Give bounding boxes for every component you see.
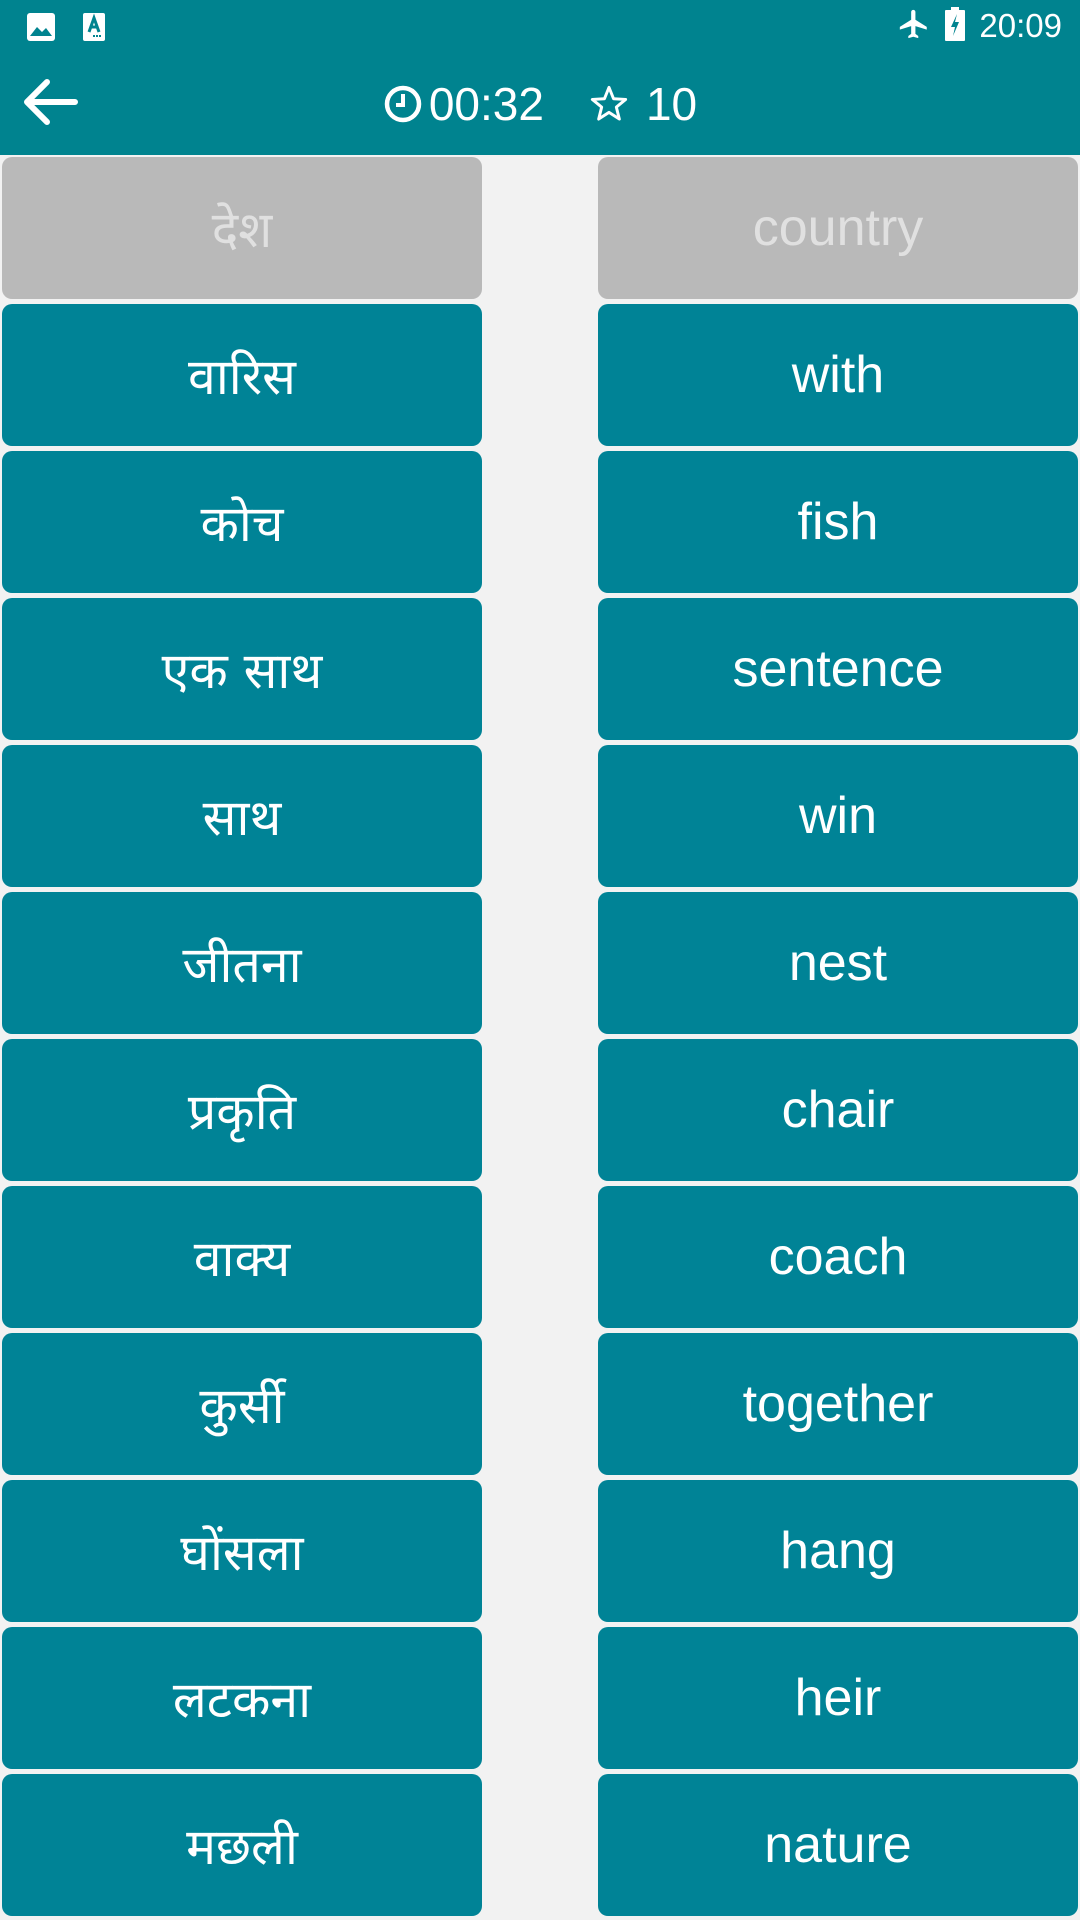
airplane-mode-icon (897, 7, 931, 46)
clock-icon (383, 84, 423, 124)
word-pair-row: घोंसला hang (0, 1480, 1080, 1622)
word-label: hang (780, 1522, 896, 1580)
word-label: वाक्य (193, 1230, 291, 1288)
hindi-word-card[interactable]: जीतना (2, 892, 482, 1034)
hindi-word-card[interactable]: साथ (2, 745, 482, 887)
star-outline-icon (588, 83, 630, 125)
english-word-card[interactable]: heir (598, 1627, 1078, 1769)
english-word-card[interactable]: fish (598, 451, 1078, 593)
hindi-word-card[interactable]: कोच (2, 451, 482, 593)
toolbar: 00:32 10 (0, 52, 1080, 155)
word-label: देश (211, 201, 273, 259)
word-label: country (752, 199, 924, 257)
battery-charging-icon (945, 6, 966, 46)
word-label: वारिस (188, 348, 296, 406)
english-word-card[interactable]: together (598, 1333, 1078, 1475)
word-pair-row: साथ win (0, 745, 1080, 887)
word-pair-row: मछली nature (0, 1774, 1080, 1916)
english-word-card[interactable]: win (598, 745, 1078, 887)
word-label: win (798, 787, 878, 845)
english-word-card[interactable]: sentence (598, 598, 1078, 740)
score: 10 (588, 78, 697, 130)
word-label: with (791, 346, 885, 404)
text-recognition-icon (82, 12, 106, 47)
word-pair-row: जीतना nest (0, 892, 1080, 1034)
word-pair-row: कुर्सी together (0, 1333, 1080, 1475)
hindi-word-card-matched: देश (2, 157, 482, 299)
word-label: heir (794, 1669, 882, 1727)
hindi-word-card[interactable]: एक साथ (2, 598, 482, 740)
word-pair-row: देश country (0, 157, 1080, 299)
word-label: fish (797, 493, 879, 551)
hindi-word-card[interactable]: घोंसला (2, 1480, 482, 1622)
word-label: nest (788, 934, 888, 992)
hindi-word-card[interactable]: वारिस (2, 304, 482, 446)
english-word-card[interactable]: hang (598, 1480, 1078, 1622)
word-label: कोच (200, 495, 284, 553)
status-bar: 20:09 (0, 0, 1080, 52)
hindi-word-card[interactable]: मछली (2, 1774, 482, 1916)
word-pair-row: कोच fish (0, 451, 1080, 593)
word-label: एक साथ (161, 642, 323, 700)
hindi-word-card[interactable]: कुर्सी (2, 1333, 482, 1475)
word-pair-row: एक साथ sentence (0, 598, 1080, 740)
timer: 00:32 (383, 78, 544, 130)
app-bar: 20:09 00:32 10 (0, 0, 1080, 155)
word-label: जीतना (182, 936, 302, 994)
gallery-icon (26, 12, 56, 47)
word-pair-row: लटकना heir (0, 1627, 1080, 1769)
hindi-word-card[interactable]: लटकना (2, 1627, 482, 1769)
english-word-card-matched: country (598, 157, 1078, 299)
english-word-card[interactable]: with (598, 304, 1078, 446)
word-label: coach (768, 1228, 908, 1286)
clock-time: 20:09 (979, 7, 1062, 44)
word-label: लटकना (172, 1671, 312, 1729)
word-label: sentence (732, 640, 944, 698)
word-label: प्रकृति (187, 1083, 297, 1141)
word-label: nature (764, 1816, 912, 1874)
english-word-card[interactable]: nest (598, 892, 1078, 1034)
word-label: कुर्सी (199, 1377, 285, 1435)
word-label: घोंसला (180, 1524, 304, 1582)
word-label: chair (781, 1081, 895, 1139)
score-value: 10 (645, 78, 698, 130)
word-label: together (742, 1375, 934, 1433)
word-label: साथ (202, 789, 282, 847)
hindi-word-card[interactable]: प्रकृति (2, 1039, 482, 1181)
word-pair-row: वारिस with (0, 304, 1080, 446)
word-pair-row: प्रकृति chair (0, 1039, 1080, 1181)
english-word-card[interactable]: nature (598, 1774, 1078, 1916)
word-pair-row: वाक्य coach (0, 1186, 1080, 1328)
hindi-word-card[interactable]: वाक्य (2, 1186, 482, 1328)
word-label: मछली (186, 1818, 298, 1876)
english-word-card[interactable]: coach (598, 1186, 1078, 1328)
english-word-card[interactable]: chair (598, 1039, 1078, 1181)
timer-value: 00:32 (428, 78, 544, 130)
